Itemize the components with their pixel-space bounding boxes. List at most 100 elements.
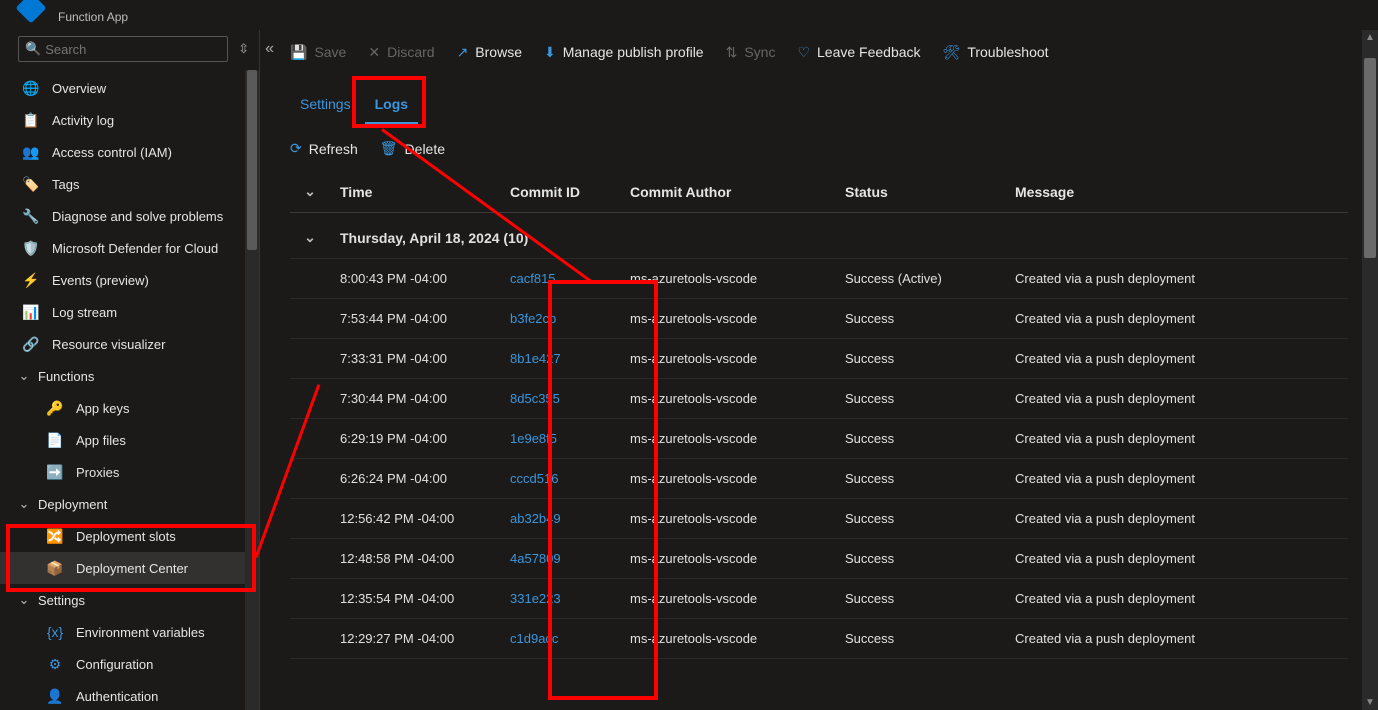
cell-author: ms-azuretools-vscode <box>620 619 835 659</box>
troubleshoot-button[interactable]: 🛠Troubleshoot <box>943 44 1049 61</box>
cell-message: Created via a push deployment <box>1005 299 1348 339</box>
sidebar-item-deployment-slots[interactable]: 🔀Deployment slots <box>0 520 259 552</box>
nav-icon: {x} <box>46 624 64 640</box>
refresh-button[interactable]: ⟳Refresh <box>290 140 358 157</box>
manage-publish-button[interactable]: ⬇Manage publish profile <box>544 44 704 61</box>
table-row[interactable]: 12:29:27 PM -04:00 c1d9acc ms-azuretools… <box>290 619 1348 659</box>
cell-message: Created via a push deployment <box>1005 339 1348 379</box>
expand-all-toggle[interactable]: ⌄ <box>290 171 330 213</box>
sidebar-item-app-files[interactable]: 📄 App files <box>0 424 259 456</box>
nav-icon: 📄 <box>46 432 64 449</box>
sidebar-section-deployment[interactable]: ⌄Deployment <box>0 488 259 520</box>
cell-time: 7:53:44 PM -04:00 <box>330 299 500 339</box>
nav-icon: 🌐 <box>22 80 40 97</box>
cell-time: 12:29:27 PM -04:00 <box>330 619 500 659</box>
table-row[interactable]: 6:26:24 PM -04:00 cccd516 ms-azuretools-… <box>290 459 1348 499</box>
sidebar-item-proxies[interactable]: ➡️Proxies <box>0 456 259 488</box>
table-row[interactable]: 7:53:44 PM -04:00 b3fe2cb ms-azuretools-… <box>290 299 1348 339</box>
nav-icon: 📦 <box>46 560 64 577</box>
sidebar-section-functions[interactable]: ⌄Functions <box>0 360 259 392</box>
sidebar-item-events-preview-[interactable]: ⚡Events (preview) <box>0 264 259 296</box>
sidebar-item-microsoft-defender-for-cloud[interactable]: 🛡️Microsoft Defender for Cloud <box>0 232 259 264</box>
table-row[interactable]: 6:29:19 PM -04:00 1e9e8f5 ms-azuretools-… <box>290 419 1348 459</box>
table-row[interactable]: 12:56:42 PM -04:00 ab32b49 ms-azuretools… <box>290 499 1348 539</box>
sidebar-item-activity-log[interactable]: 📋Activity log <box>0 104 259 136</box>
sidebar-item-access-control-iam-[interactable]: 👥Access control (IAM) <box>0 136 259 168</box>
cell-time: 7:30:44 PM -04:00 <box>330 379 500 419</box>
sidebar-item-tags[interactable]: 🏷️ Tags <box>0 168 259 200</box>
cell-author: ms-azuretools-vscode <box>620 579 835 619</box>
nav-icon: 👤 <box>46 688 64 705</box>
resource-type-label: Function App <box>0 10 1378 24</box>
cell-status: Success <box>835 299 1005 339</box>
commit-link[interactable]: 331e223 <box>510 591 561 606</box>
col-message[interactable]: Message <box>1005 171 1348 213</box>
feedback-button[interactable]: ♡Leave Feedback <box>797 44 920 61</box>
table-row[interactable]: 12:48:58 PM -04:00 4a57809 ms-azuretools… <box>290 539 1348 579</box>
discard-icon: ✕ <box>368 44 380 61</box>
commit-link[interactable]: 8b1e427 <box>510 351 561 366</box>
search-input[interactable] <box>45 42 221 57</box>
nav-label: Resource visualizer <box>52 337 165 352</box>
col-time[interactable]: Time <box>330 171 500 213</box>
download-icon: ⬇ <box>544 44 556 61</box>
cell-time: 12:48:58 PM -04:00 <box>330 539 500 579</box>
cell-message: Created via a push deployment <box>1005 499 1348 539</box>
table-row[interactable]: 8:00:43 PM -04:00 cacf815 ms-azuretools-… <box>290 259 1348 299</box>
sidebar-item-environment-variables[interactable]: {x}Environment variables <box>0 616 259 648</box>
scroll-down-icon[interactable]: ▼ <box>1362 697 1378 708</box>
browse-button[interactable]: ↗Browse <box>457 44 522 61</box>
commit-link[interactable]: ab32b49 <box>510 511 561 526</box>
commit-link[interactable]: 8d5c355 <box>510 391 560 406</box>
sidebar-item-resource-visualizer[interactable]: 🔗Resource visualizer <box>0 328 259 360</box>
main-scrollbar[interactable]: ▲ ▼ <box>1362 30 1378 710</box>
troubleshoot-icon: 🛠 <box>943 44 961 61</box>
cell-message: Created via a push deployment <box>1005 539 1348 579</box>
sync-icon: ⇅ <box>726 44 738 61</box>
commit-link[interactable]: cccd516 <box>510 471 558 486</box>
table-row[interactable]: 12:35:54 PM -04:00 331e223 ms-azuretools… <box>290 579 1348 619</box>
sidebar-search[interactable]: 🔍 <box>18 36 228 62</box>
sidebar-scrollbar[interactable] <box>245 70 259 710</box>
table-row[interactable]: 7:33:31 PM -04:00 8b1e427 ms-azuretools-… <box>290 339 1348 379</box>
nav-icon: 🔧 <box>22 208 40 225</box>
sidebar-item-log-stream[interactable]: 📊Log stream <box>0 296 259 328</box>
nav-label: Tags <box>52 177 79 192</box>
nav-label: App files <box>76 433 126 448</box>
cell-status: Success <box>835 619 1005 659</box>
cell-time: 12:35:54 PM -04:00 <box>330 579 500 619</box>
sidebar-item-overview[interactable]: 🌐 Overview <box>0 72 259 104</box>
scroll-up-icon[interactable]: ▲ <box>1362 32 1378 43</box>
nav-icon: 🛡️ <box>22 240 40 257</box>
col-author[interactable]: Commit Author <box>620 171 835 213</box>
table-row[interactable]: 7:30:44 PM -04:00 8d5c355 ms-azuretools-… <box>290 379 1348 419</box>
sidebar-item-app-keys[interactable]: 🔑App keys <box>0 392 259 424</box>
command-bar: 💾Save ✕Discard ↗Browse ⬇Manage publish p… <box>260 30 1378 74</box>
cell-time: 7:33:31 PM -04:00 <box>330 339 500 379</box>
cell-time: 12:56:42 PM -04:00 <box>330 499 500 539</box>
sidebar-item-deployment-center[interactable]: 📦Deployment Center <box>0 552 259 584</box>
commit-link[interactable]: b3fe2cb <box>510 311 556 326</box>
col-commit[interactable]: Commit ID <box>500 171 620 213</box>
commit-link[interactable]: 1e9e8f5 <box>510 431 557 446</box>
sidebar-item-configuration[interactable]: ⚙Configuration <box>0 648 259 680</box>
delete-button[interactable]: 🗑Delete <box>380 140 445 157</box>
commit-link[interactable]: cacf815 <box>510 271 556 286</box>
tab-settings[interactable]: Settings <box>290 90 361 124</box>
commit-link[interactable]: c1d9acc <box>510 631 558 646</box>
nav-label: Overview <box>52 81 106 96</box>
nav-icon: 📋 <box>22 112 40 129</box>
nav-icon: 🏷️ <box>22 176 40 193</box>
tab-logs[interactable]: Logs <box>365 90 418 124</box>
sidebar-item-authentication[interactable]: 👤 Authentication <box>0 680 259 710</box>
commit-link[interactable]: 4a57809 <box>510 551 561 566</box>
nav-label: Authentication <box>76 689 158 704</box>
expand-toggle-icon[interactable]: ⇳ <box>234 41 253 57</box>
col-status[interactable]: Status <box>835 171 1005 213</box>
sidebar-section-settings[interactable]: ⌄Settings <box>0 584 259 616</box>
nav-label: Deployment slots <box>76 529 176 544</box>
sidebar-item-diagnose-and-solve-problems[interactable]: 🔧Diagnose and solve problems <box>0 200 259 232</box>
group-toggle[interactable]: ⌄ <box>290 213 330 259</box>
cell-status: Success <box>835 339 1005 379</box>
cell-author: ms-azuretools-vscode <box>620 419 835 459</box>
